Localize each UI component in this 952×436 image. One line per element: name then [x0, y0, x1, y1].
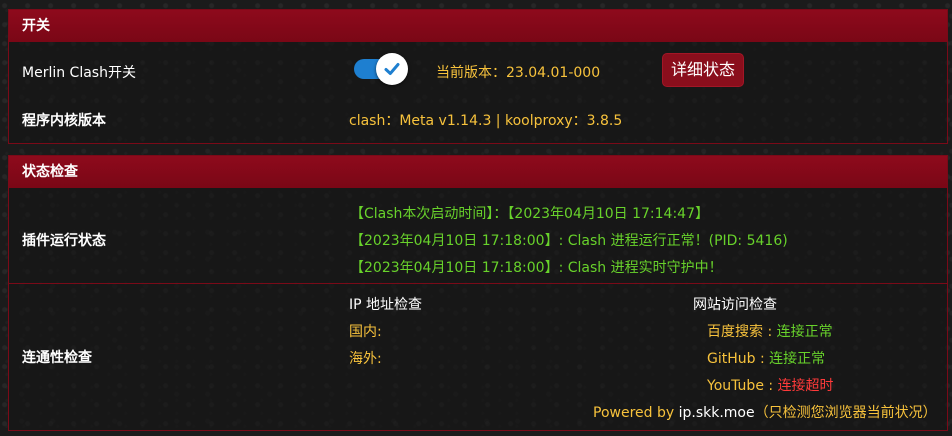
plugin-status-label: 插件运行状态	[22, 233, 106, 249]
connectivity-label: 连通性检查	[22, 350, 92, 366]
site-youtube-name: YouTube	[707, 378, 764, 394]
kernel-version-value: clash：Meta v1.14.3 | koolproxy：3.8.5	[349, 113, 623, 129]
site-github-sep: :	[755, 351, 770, 367]
site-github-status: 连接正常	[769, 351, 826, 367]
version-label: 当前版本：23.04.01-000	[436, 62, 600, 82]
switch-panel-title: 开关	[9, 10, 947, 42]
clash-switch-toggle[interactable]	[354, 53, 410, 85]
site-youtube-sep: :	[763, 378, 778, 394]
site-baidu-status: 连接正常	[776, 324, 833, 340]
site-check-title: 网站访问检查	[693, 297, 777, 313]
site-baidu-sep: :	[763, 324, 777, 340]
kernel-version-label: 程序内核版本	[22, 113, 106, 129]
plugin-status-line-1: 【Clash本次启动时间】：【2023年04月10日 17:14:47】	[350, 206, 709, 222]
ip-check-title: IP 地址检查	[349, 297, 423, 313]
site-youtube-status: 连接超时	[777, 378, 834, 394]
switch-panel: 开关 Merlin Clash开关 当前版本：23.04.01-000 详细状态…	[8, 9, 948, 144]
status-panel: 状态检查 插件运行状态 【Clash本次启动时间】：【2023年04月10日 1…	[8, 155, 948, 431]
plugin-status-line-3: 【2023年04月10日 17:18:00】: Clash 进程实时守护中！	[350, 260, 723, 276]
site-github: GitHub : 连接正常	[707, 348, 825, 368]
detail-status-button[interactable]: 详细状态	[662, 53, 744, 87]
clash-switch-label: Merlin Clash开关	[22, 65, 136, 81]
site-baidu: 百度搜索 : 连接正常	[707, 321, 833, 341]
ip-domestic-label: 国内:	[349, 324, 382, 340]
powered-by: Powered by ip.skk.moe（只检测您浏览器当前状况）	[593, 402, 937, 422]
plugin-status-line-2: 【2023年04月10日 17:18:00】: Clash 进程运行正常！(PI…	[350, 233, 788, 249]
version-value: 23.04.01-000	[506, 65, 601, 81]
toggle-knob	[376, 53, 408, 85]
site-github-name: GitHub	[707, 351, 756, 367]
ip-foreign-label: 海外:	[349, 351, 382, 367]
site-youtube: YouTube : 连接超时	[707, 375, 834, 395]
check-icon	[384, 63, 400, 75]
powered-by-link[interactable]: ip.skk.moe	[679, 405, 755, 421]
status-panel-title: 状态检查	[9, 156, 947, 188]
site-baidu-name: 百度搜索	[707, 324, 763, 340]
version-label-text: 当前版本：	[436, 65, 506, 81]
row-divider	[9, 283, 947, 284]
powered-by-note: （只检测您浏览器当前状况）	[754, 405, 937, 421]
powered-by-prefix: Powered by	[593, 405, 679, 421]
